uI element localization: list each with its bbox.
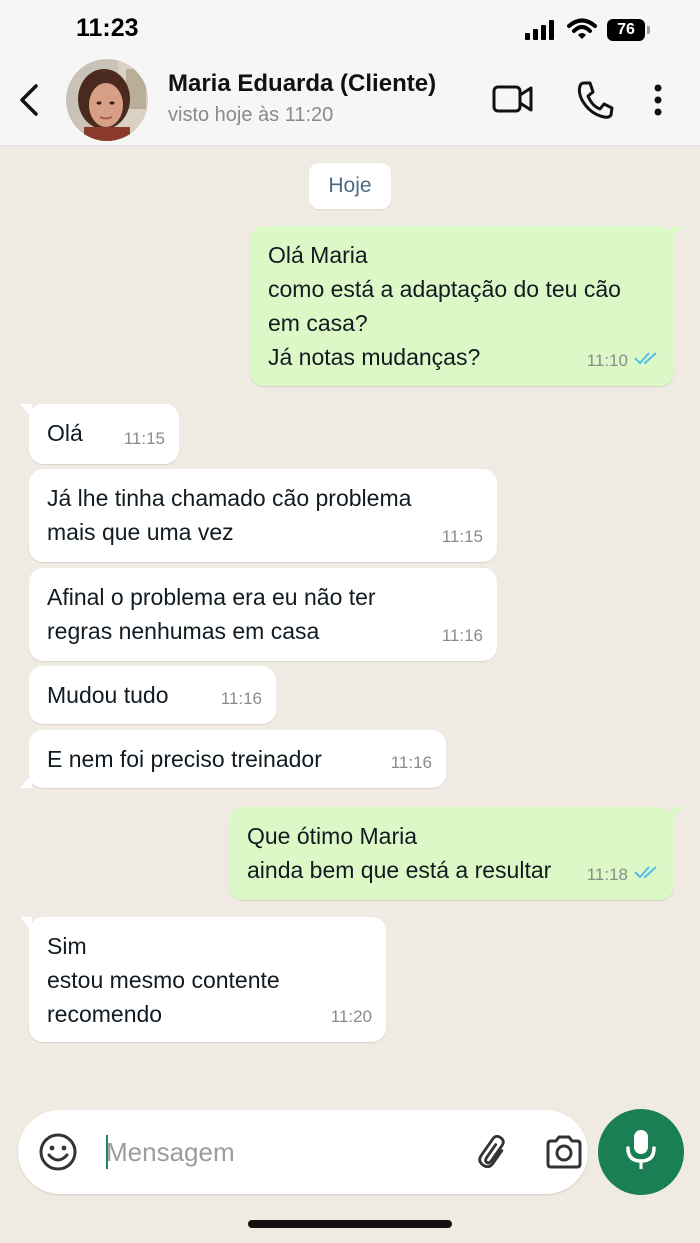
message-meta: 11:10 bbox=[587, 344, 660, 378]
message-time: 11:16 bbox=[441, 626, 483, 645]
paperclip-icon[interactable] bbox=[474, 1132, 514, 1177]
battery-icon: 76 bbox=[607, 19, 645, 41]
contact-name[interactable]: Maria Eduarda (Cliente) bbox=[168, 70, 436, 98]
emoji-icon[interactable] bbox=[38, 1132, 78, 1177]
status-bar: 11:23 76 bbox=[0, 0, 700, 56]
camera-icon[interactable] bbox=[544, 1134, 584, 1175]
message-input[interactable] bbox=[106, 1132, 436, 1172]
bubble-tail bbox=[671, 226, 683, 240]
phone-icon[interactable] bbox=[576, 80, 614, 125]
back-chevron-icon[interactable] bbox=[14, 80, 44, 120]
message-bubble-outgoing[interactable]: Olá Maria como está a adaptação do teu c… bbox=[250, 226, 683, 386]
message-time: 11:16 bbox=[220, 689, 262, 708]
message-composer bbox=[18, 1110, 588, 1194]
message-time: 11:15 bbox=[123, 429, 165, 448]
message-bubble-incoming[interactable]: Olá 11:15 bbox=[20, 404, 179, 464]
avatar[interactable] bbox=[66, 59, 148, 141]
signal-icon bbox=[525, 20, 557, 45]
message-meta: 11:16 bbox=[391, 746, 432, 780]
message-text: E nem foi preciso treinador bbox=[47, 746, 322, 772]
message-meta: 11:18 bbox=[587, 858, 660, 892]
message-text: Sim estou mesmo contente recomendo bbox=[47, 933, 280, 1027]
status-time: 11:23 bbox=[76, 14, 139, 42]
message-meta: 11:15 bbox=[124, 422, 165, 456]
message-meta: 11:15 bbox=[442, 520, 483, 554]
message-time: 11:16 bbox=[390, 753, 432, 772]
last-seen-status: visto hoje às 11:20 bbox=[168, 104, 334, 126]
bubble-tail bbox=[671, 807, 683, 821]
message-meta: 11:16 bbox=[221, 682, 262, 716]
bubble-tail bbox=[20, 404, 32, 418]
message-time: 11:15 bbox=[441, 527, 483, 546]
battery-tip bbox=[647, 26, 650, 34]
message-time: 11:18 bbox=[586, 865, 628, 884]
message-bubble-incoming[interactable]: Já lhe tinha chamado cão problema mais q… bbox=[29, 469, 497, 562]
message-bubble-incoming[interactable]: Mudou tudo 11:16 bbox=[29, 666, 276, 724]
message-time: 11:10 bbox=[586, 351, 628, 370]
message-bubble-incoming[interactable]: Sim estou mesmo contente recomendo 11:20 bbox=[20, 917, 386, 1042]
microphone-icon bbox=[624, 1128, 658, 1177]
message-bubble-outgoing[interactable]: Que ótimo Maria ainda bem que está a res… bbox=[229, 807, 683, 900]
day-separator: Hoje bbox=[309, 163, 391, 209]
video-camera-icon[interactable] bbox=[492, 82, 534, 121]
message-bubble-incoming[interactable]: Afinal o problema era eu não ter regras … bbox=[29, 568, 497, 661]
microphone-button[interactable] bbox=[598, 1109, 684, 1195]
message-meta: 11:20 bbox=[331, 1000, 372, 1034]
double-check-icon bbox=[634, 858, 660, 892]
message-bubble-incoming[interactable]: E nem foi preciso treinador 11:16 bbox=[20, 730, 446, 788]
message-text: Já lhe tinha chamado cão problema mais q… bbox=[47, 485, 412, 545]
bubble-tail bbox=[20, 774, 32, 788]
chat-header: Maria Eduarda (Cliente) visto hoje às 11… bbox=[0, 56, 700, 146]
wifi-icon bbox=[567, 17, 597, 46]
message-meta: 11:16 bbox=[442, 619, 483, 653]
home-indicator bbox=[248, 1220, 452, 1228]
message-text: Afinal o problema era eu não ter regras … bbox=[47, 584, 376, 644]
message-time: 11:20 bbox=[330, 1007, 372, 1026]
double-check-icon bbox=[634, 344, 660, 378]
chat-area[interactable]: Hoje Olá Maria como está a adaptação do … bbox=[0, 146, 700, 1096]
more-vert-icon[interactable] bbox=[652, 80, 664, 125]
bubble-tail bbox=[20, 917, 32, 931]
